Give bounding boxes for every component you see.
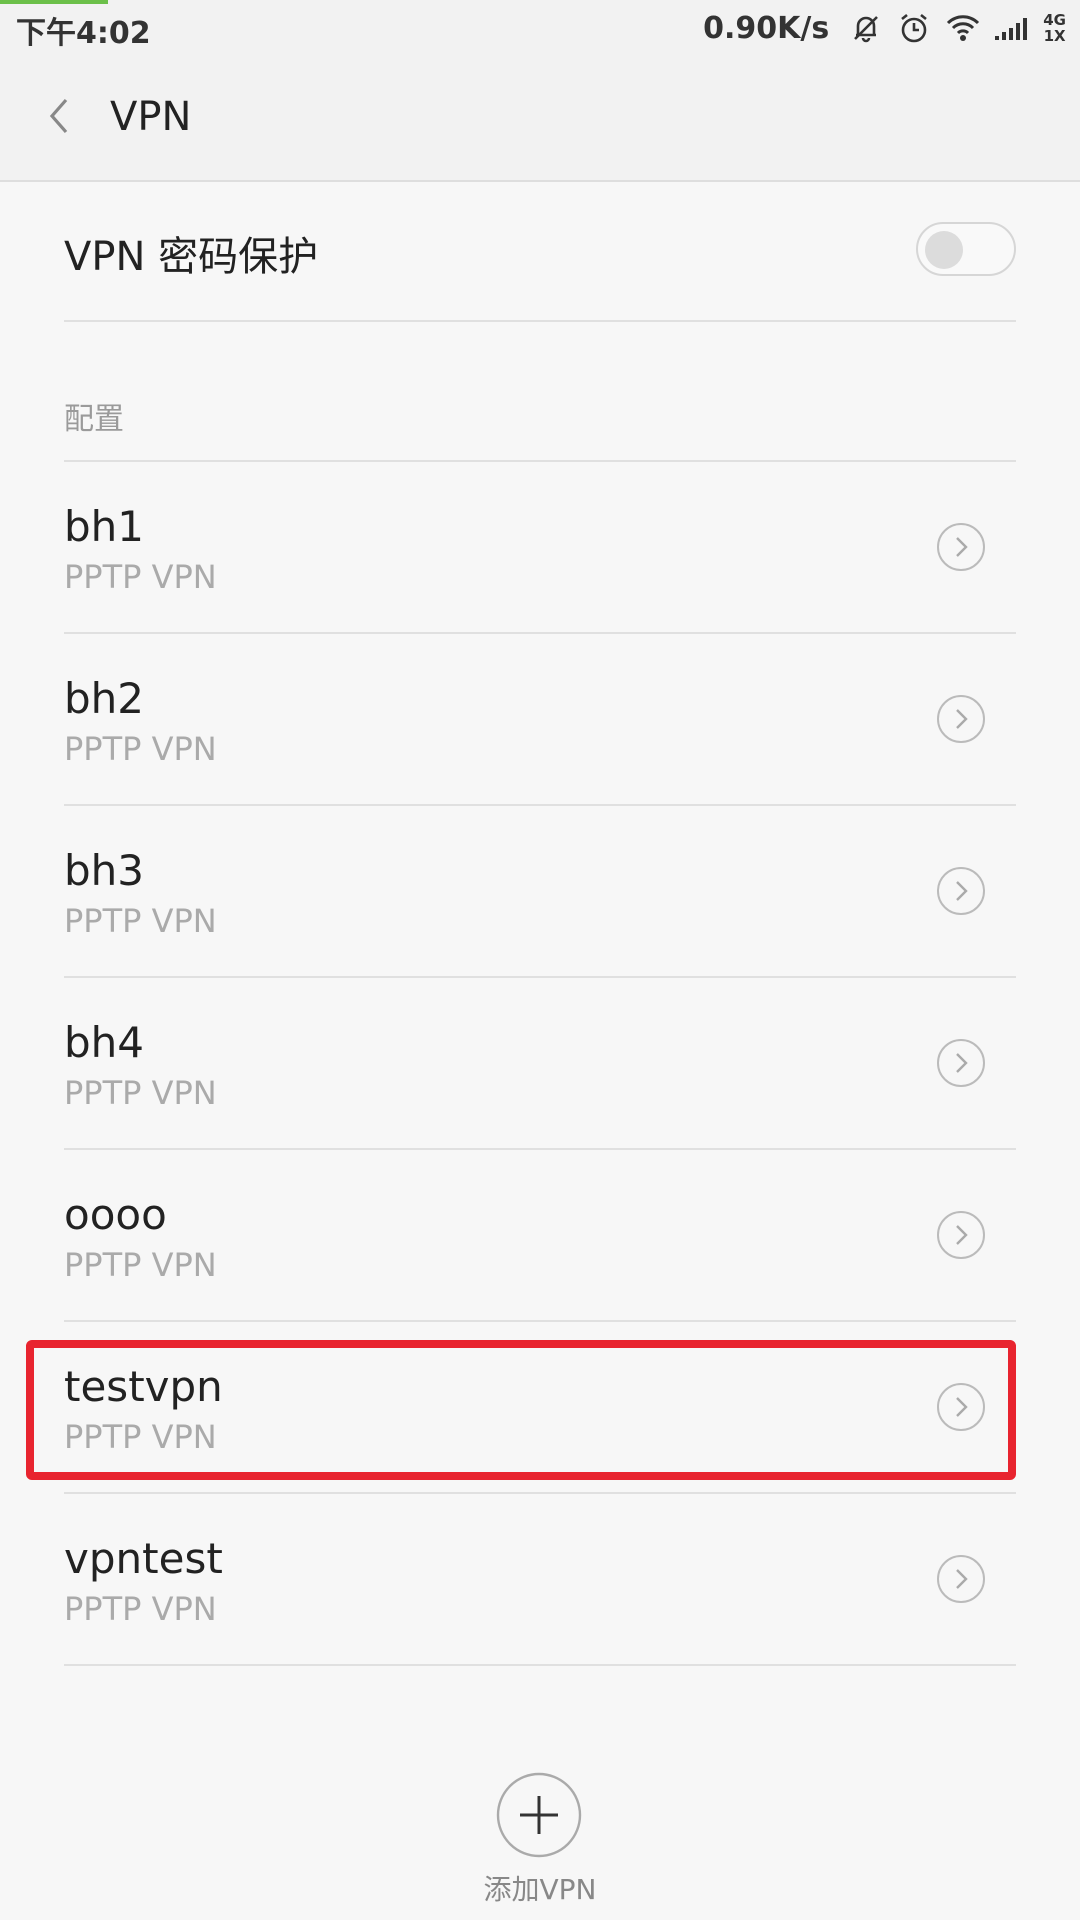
vpn-list-item[interactable]: bh1 PPTP VPN <box>64 462 1016 634</box>
vpn-name: vpntest <box>64 1534 223 1583</box>
chevron-right-circle-icon[interactable] <box>936 694 986 744</box>
vpn-password-protection-label: VPN 密码保护 <box>64 234 319 280</box>
status-bar: 下午4:02 0.90K/s 4G 1X <box>0 0 1080 56</box>
network-type-top: 4G <box>1043 11 1066 29</box>
chevron-left-icon <box>49 98 68 134</box>
vpn-name: oooo <box>64 1190 167 1239</box>
page-title: VPN <box>110 94 192 140</box>
alarm-clock-icon <box>897 11 931 45</box>
toggle-knob <box>925 231 963 269</box>
vpn-type: PPTP VPN <box>64 730 217 768</box>
vpn-type: PPTP VPN <box>64 1246 217 1284</box>
config-section-header: 配置 <box>64 320 1016 462</box>
vpn-type: PPTP VPN <box>64 1590 217 1628</box>
back-button[interactable] <box>38 94 82 138</box>
vpn-list-item[interactable]: bh2 PPTP VPN <box>64 634 1016 806</box>
add-vpn-button[interactable] <box>496 1772 582 1858</box>
wifi-icon <box>945 13 981 43</box>
vpn-name: bh2 <box>64 674 145 723</box>
chevron-right-circle-icon[interactable] <box>936 866 986 916</box>
status-time: 下午4:02 <box>16 16 151 51</box>
vpn-list-item[interactable]: vpntest PPTP VPN <box>64 1494 1016 1666</box>
vpn-name: testvpn <box>64 1362 223 1411</box>
mute-bell-icon <box>849 11 883 45</box>
vpn-list-item-highlighted[interactable]: testvpn PPTP VPN <box>26 1322 1016 1494</box>
chevron-right-circle-icon[interactable] <box>936 1382 986 1432</box>
loading-progress-line <box>0 0 108 4</box>
chevron-right-circle-icon[interactable] <box>936 1038 986 1088</box>
vpn-list: bh1 PPTP VPN bh2 PPTP VPN bh3 PPTP VPN b… <box>26 462 1016 1666</box>
vpn-name: bh1 <box>64 502 145 551</box>
network-type-bottom: 1X <box>1043 27 1066 45</box>
vpn-name: bh3 <box>64 846 145 895</box>
vpn-password-protection-row[interactable]: VPN 密码保护 <box>64 180 1016 322</box>
plus-icon <box>496 1772 582 1858</box>
vpn-type: PPTP VPN <box>64 558 217 596</box>
add-vpn-label[interactable]: 添加VPN <box>0 1868 1080 1908</box>
status-icons: 0.90K/s 4G 1X <box>703 6 1066 50</box>
network-type: 4G 1X <box>1043 12 1066 44</box>
vpn-type: PPTP VPN <box>64 902 217 940</box>
vpn-name: bh4 <box>64 1018 145 1067</box>
vpn-list-item[interactable]: oooo PPTP VPN <box>64 1150 1016 1322</box>
chevron-right-circle-icon[interactable] <box>936 1554 986 1604</box>
chevron-right-circle-icon[interactable] <box>936 1210 986 1260</box>
chevron-right-circle-icon[interactable] <box>936 522 986 572</box>
signal-icon <box>995 14 1029 42</box>
vpn-password-protection-toggle[interactable] <box>916 222 1016 276</box>
vpn-type: PPTP VPN <box>64 1418 217 1456</box>
app-bar: VPN <box>0 56 1080 182</box>
vpn-list-item[interactable]: bh3 PPTP VPN <box>64 806 1016 978</box>
vpn-type: PPTP VPN <box>64 1074 217 1112</box>
network-speed: 0.90K/s <box>703 10 830 46</box>
vpn-list-item[interactable]: bh4 PPTP VPN <box>64 978 1016 1150</box>
config-section-title: 配置 <box>64 402 124 437</box>
